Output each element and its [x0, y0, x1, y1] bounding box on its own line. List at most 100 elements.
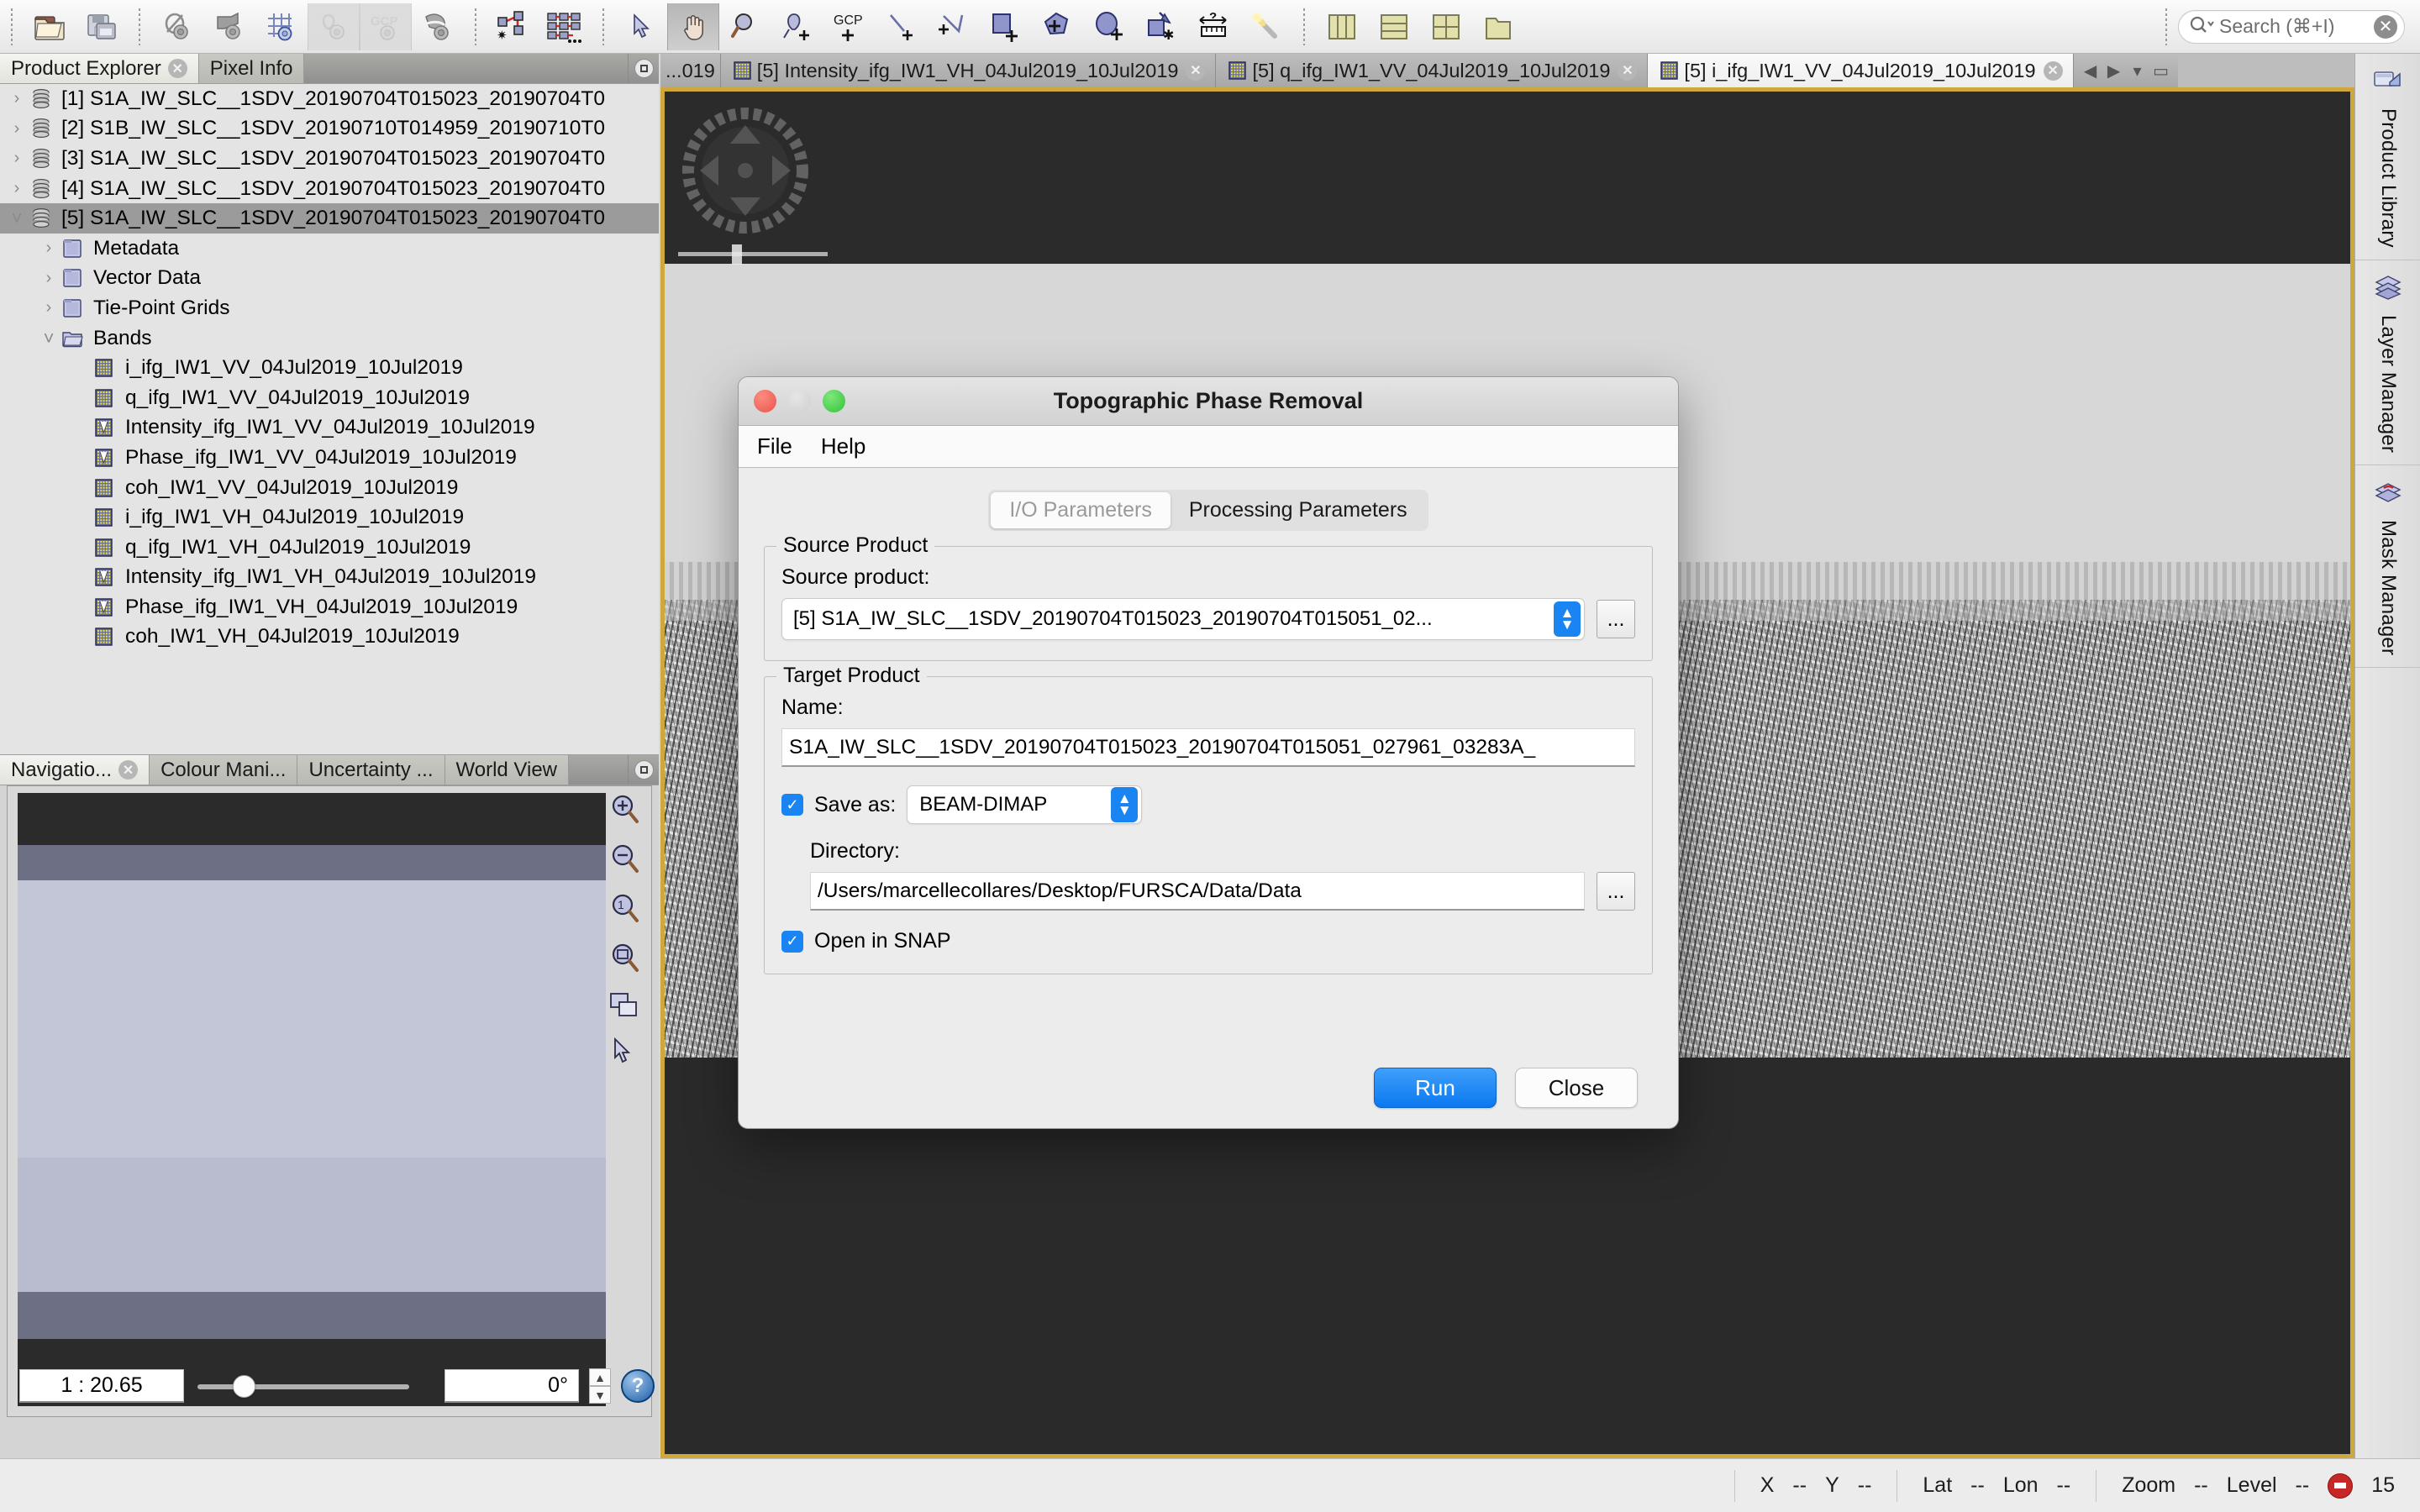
polyline-drawing-tool-icon[interactable]: [928, 3, 980, 50]
stepper-up-icon[interactable]: ▲: [589, 1368, 611, 1386]
close-icon[interactable]: ✕: [2043, 60, 2063, 81]
tab-processing-parameters[interactable]: Processing Parameters: [1171, 492, 1426, 528]
chevron-right-icon[interactable]: ›: [5, 179, 29, 198]
tree-item[interactable]: coh_IW1_VV_04Jul2019_10Jul2019: [0, 473, 659, 503]
search-input[interactable]: Search (⌘+I) ✕: [2178, 9, 2405, 44]
tree-item[interactable]: › Tie-Point Grids: [0, 293, 659, 323]
close-icon[interactable]: ✕: [1618, 60, 1638, 81]
tile-vertically-icon[interactable]: [1316, 3, 1368, 50]
tab-next-button[interactable]: ▶: [2102, 60, 2126, 81]
range-finder-icon[interactable]: ?: [1188, 3, 1240, 50]
document-tab[interactable]: [5] q_ifg_IW1_VV_04Jul2019_10Jul2019 ✕: [1216, 54, 1649, 87]
magic-wand-select-icon[interactable]: ✱: [1136, 3, 1188, 50]
directory-browse-button[interactable]: ...: [1597, 872, 1635, 911]
tile-evenly-icon[interactable]: [1420, 3, 1472, 50]
tab-navigation[interactable]: Navigatio... ✕: [0, 755, 150, 785]
close-button[interactable]: Close: [1515, 1068, 1638, 1108]
chevron-updown-icon[interactable]: ▲ ▼: [1111, 787, 1139, 822]
help-button[interactable]: ?: [621, 1369, 655, 1403]
close-icon[interactable]: ✕: [167, 59, 187, 78]
ellipse-drawing-tool-icon[interactable]: [1084, 3, 1136, 50]
open-product-icon[interactable]: [24, 3, 76, 50]
stop-icon[interactable]: [2328, 1473, 2354, 1499]
sidebar-tab-mask-manager[interactable]: Mask Manager: [2355, 465, 2420, 668]
tab-io-parameters[interactable]: I/O Parameters: [991, 492, 1171, 528]
tab-list-button[interactable]: ▾: [2126, 60, 2149, 81]
gcp-placing-tool-icon[interactable]: GCP: [823, 3, 876, 50]
tab-world-view[interactable]: World View: [445, 755, 570, 785]
graph-builder-icon[interactable]: ✷: [487, 3, 539, 50]
chevron-right-icon[interactable]: ›: [5, 89, 29, 108]
tree-item[interactable]: q_ifg_IW1_VV_04Jul2019_10Jul2019: [0, 383, 659, 413]
close-icon[interactable]: ✕: [1186, 60, 1206, 81]
gcp-overlay-icon[interactable]: GCP: [360, 3, 412, 50]
chevron-right-icon[interactable]: ›: [37, 239, 60, 258]
tile-horizontally-icon[interactable]: [1368, 3, 1420, 50]
close-icon[interactable]: ✕: [118, 760, 139, 780]
chevron-right-icon[interactable]: ›: [37, 298, 60, 318]
magic-stick-icon[interactable]: [1240, 3, 1292, 50]
sidebar-tab-product-library[interactable]: Product Library: [2355, 54, 2420, 260]
graticule-overlay-icon[interactable]: [255, 3, 308, 50]
navigation-thumbnail[interactable]: [18, 793, 606, 1406]
tree-item[interactable]: q_ifg_IW1_VH_04Jul2019_10Jul2019: [0, 533, 659, 563]
batch-processing-icon[interactable]: [539, 3, 592, 50]
document-tab[interactable]: [5] Intensity_ifg_IW1_VH_04Jul2019_10Jul…: [720, 54, 1217, 87]
tree-item[interactable]: Intensity_ifg_IW1_VH_04Jul2019_10Jul2019: [0, 563, 659, 593]
line-drawing-tool-icon[interactable]: [876, 3, 928, 50]
chevron-right-icon[interactable]: ›: [37, 269, 60, 288]
menu-file[interactable]: File: [757, 433, 792, 459]
rotation-stepper[interactable]: ▲ ▼: [589, 1368, 611, 1404]
rectangle-drawing-tool-icon[interactable]: [980, 3, 1032, 50]
sidebar-tab-layer-manager[interactable]: Layer Manager: [2355, 260, 2420, 465]
chevron-down-icon[interactable]: ˅: [5, 207, 29, 229]
tab-colour-manipulation[interactable]: Colour Mani...: [150, 755, 298, 785]
menu-help[interactable]: Help: [821, 433, 865, 459]
pin-overlay-icon[interactable]: [308, 3, 360, 50]
tree-item[interactable]: ˅ Bands: [0, 323, 659, 354]
zoom-tool-icon[interactable]: [719, 3, 771, 50]
save-as-checkbox[interactable]: ✓: [781, 794, 803, 816]
no-data-overlay-icon[interactable]: [151, 3, 203, 50]
tree-item[interactable]: coh_IW1_VH_04Jul2019_10Jul2019: [0, 622, 659, 653]
selection-tool-icon[interactable]: [615, 3, 667, 50]
zoom-all-icon[interactable]: [607, 940, 642, 981]
source-product-browse-button[interactable]: ...: [1597, 600, 1635, 638]
tree-item[interactable]: i_ifg_IW1_VV_04Jul2019_10Jul2019: [0, 353, 659, 383]
tree-item[interactable]: › [2] S1B_IW_SLC__1SDV_20190710T014959_20…: [0, 114, 659, 144]
dialog-titlebar[interactable]: Topographic Phase Removal: [739, 377, 1678, 426]
format-combo[interactable]: BEAM-DIMAP ▲ ▼: [907, 785, 1143, 824]
chevron-right-icon[interactable]: ›: [5, 149, 29, 168]
save-product-icon[interactable]: [76, 3, 128, 50]
zoom-to-pixel-icon[interactable]: 1: [607, 890, 642, 932]
run-button[interactable]: Run: [1374, 1068, 1497, 1108]
open-in-snap-checkbox[interactable]: ✓: [781, 930, 803, 953]
minimize-panel-button[interactable]: [629, 54, 659, 83]
tab-product-explorer[interactable]: Product Explorer ✕: [0, 54, 199, 83]
tree-item[interactable]: Phase_ifg_IW1_VV_04Jul2019_10Jul2019: [0, 443, 659, 473]
sync-cursor-icon[interactable]: [607, 1036, 642, 1074]
geo-overlay-icon[interactable]: [203, 3, 255, 50]
tree-item[interactable]: › Metadata: [0, 234, 659, 264]
tab-uncertainty[interactable]: Uncertainty ...: [297, 755, 445, 785]
zoom-out-icon[interactable]: [607, 841, 642, 882]
stepper-down-icon[interactable]: ▼: [589, 1386, 611, 1404]
sync-views-icon[interactable]: [607, 990, 642, 1027]
directory-input[interactable]: /Users/marcellecollares/Desktop/FURSCA/D…: [810, 872, 1585, 911]
tree-item[interactable]: Intensity_ifg_IW1_VV_04Jul2019_10Jul2019: [0, 413, 659, 444]
tree-item[interactable]: i_ifg_IW1_VH_04Jul2019_10Jul2019: [0, 502, 659, 533]
tree-item[interactable]: ˅ [5] S1A_IW_SLC__1SDV_20190704T015023_20…: [0, 203, 659, 234]
chevron-right-icon[interactable]: ›: [5, 119, 29, 139]
clear-search-icon[interactable]: ✕: [2374, 14, 2397, 39]
tab-pixel-info[interactable]: Pixel Info: [198, 54, 305, 83]
zoom-ratio-input[interactable]: 1 : 20.65: [19, 1369, 184, 1403]
document-tab[interactable]: ...019: [660, 54, 721, 87]
tree-item[interactable]: › Vector Data: [0, 264, 659, 294]
rotation-input[interactable]: 0°: [445, 1369, 579, 1403]
source-product-combo[interactable]: [5] S1A_IW_SLC__1SDV_20190704T015023_201…: [781, 598, 1585, 640]
chevron-updown-icon[interactable]: ▲ ▼: [1554, 601, 1581, 637]
minimize-panel-button[interactable]: [629, 755, 659, 785]
zoom-overlay-slider[interactable]: [673, 244, 841, 265]
tree-item[interactable]: › [1] S1A_IW_SLC__1SDV_20190704T015023_20…: [0, 84, 659, 114]
chevron-down-icon[interactable]: ˅: [37, 328, 60, 349]
